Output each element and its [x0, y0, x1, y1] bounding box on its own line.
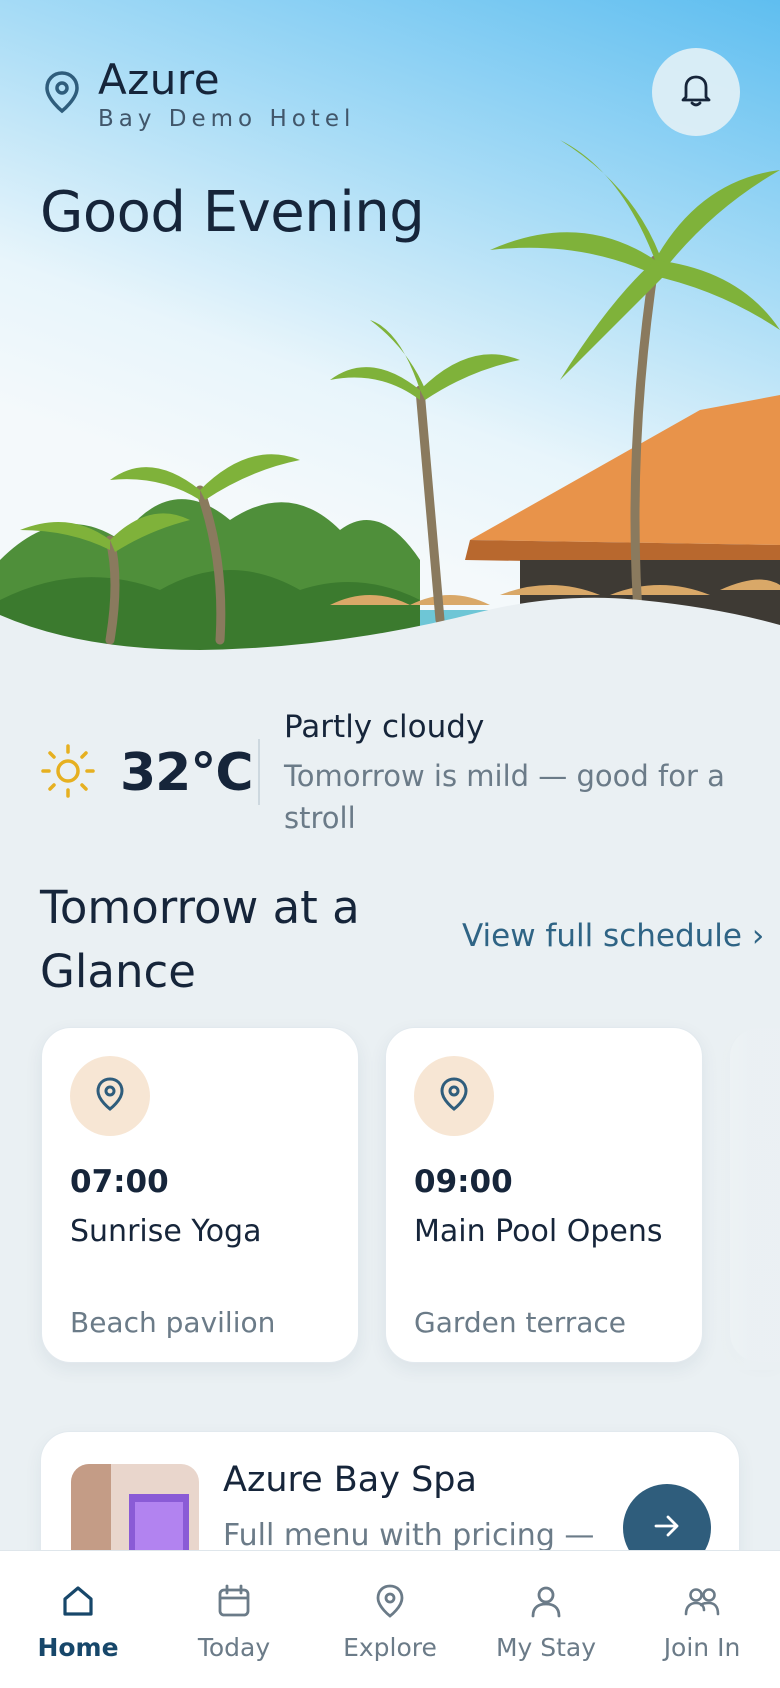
weather-forecast-note: Tomorrow is mild — good for a stroll	[284, 759, 725, 835]
event-title: Sunrise Yoga	[70, 1214, 262, 1249]
event-icon-badge	[414, 1056, 494, 1136]
person-icon	[528, 1583, 564, 1633]
event-card[interactable]: 09:00 Main Pool Opens Garden terrace	[385, 1027, 703, 1363]
hero-banner: Azure Bay Demo Hotel Good Evening	[0, 0, 780, 705]
hotel-name: Azure	[98, 55, 221, 104]
nav-label-my-stay: My Stay	[495, 1633, 597, 1662]
temperature: 32°C	[120, 743, 254, 803]
event-location: Beach pavilion	[70, 1306, 276, 1339]
pin-icon	[372, 1583, 408, 1633]
event-time: 07:00	[70, 1164, 169, 1200]
hotel-subtitle: Bay Demo Hotel	[98, 106, 356, 132]
calendar-icon	[216, 1583, 252, 1633]
event-title: Main Pool Opens	[414, 1214, 663, 1249]
nav-item-home[interactable]: Home	[3, 1583, 153, 1662]
glance-section-title: Tomorrow at a Glance	[40, 881, 360, 998]
location-pin-icon	[44, 70, 80, 118]
carousel-fade	[700, 1020, 780, 1370]
event-location: Garden terrace	[414, 1306, 627, 1339]
sun-icon	[40, 743, 96, 803]
home-icon	[60, 1583, 96, 1633]
nav-item-explore[interactable]: Explore	[315, 1583, 465, 1662]
event-time: 09:00	[414, 1164, 513, 1200]
spa-subtitle: Full menu with pricing —	[223, 1518, 595, 1553]
spa-title: Azure Bay Spa	[223, 1460, 477, 1500]
event-icon-badge	[70, 1056, 150, 1136]
weather-divider	[258, 739, 260, 805]
hotel-brand: Azure Bay Demo Hotel	[44, 56, 355, 132]
bottom-navigation: Home Today Explore My Stay Join In	[0, 1550, 780, 1688]
event-card[interactable]: 07:00 Sunrise Yoga Beach pavilion	[41, 1027, 359, 1363]
view-full-schedule-link[interactable]: View full schedule ›	[462, 918, 764, 954]
nav-label-today: Today	[197, 1633, 271, 1662]
arrow-right-icon	[653, 1514, 681, 1542]
nav-label-home: Home	[37, 1633, 119, 1662]
nav-item-my-stay[interactable]: My Stay	[471, 1583, 621, 1662]
nav-label-explore: Explore	[343, 1633, 437, 1662]
weather-condition: Partly cloudy	[284, 709, 485, 745]
nav-item-join-in[interactable]: Join In	[627, 1583, 777, 1662]
people-icon	[684, 1583, 720, 1633]
bell-icon	[679, 72, 713, 112]
nav-label-join-in: Join In	[663, 1633, 741, 1662]
weather-widget: 32°C Partly cloudy Tomorrow is mild — go…	[0, 705, 780, 855]
nav-item-today[interactable]: Today	[159, 1583, 309, 1662]
pin-icon	[95, 1076, 125, 1116]
greeting-heading: Good Evening	[40, 180, 425, 245]
notifications-button[interactable]	[652, 48, 740, 136]
pin-icon	[439, 1076, 469, 1116]
